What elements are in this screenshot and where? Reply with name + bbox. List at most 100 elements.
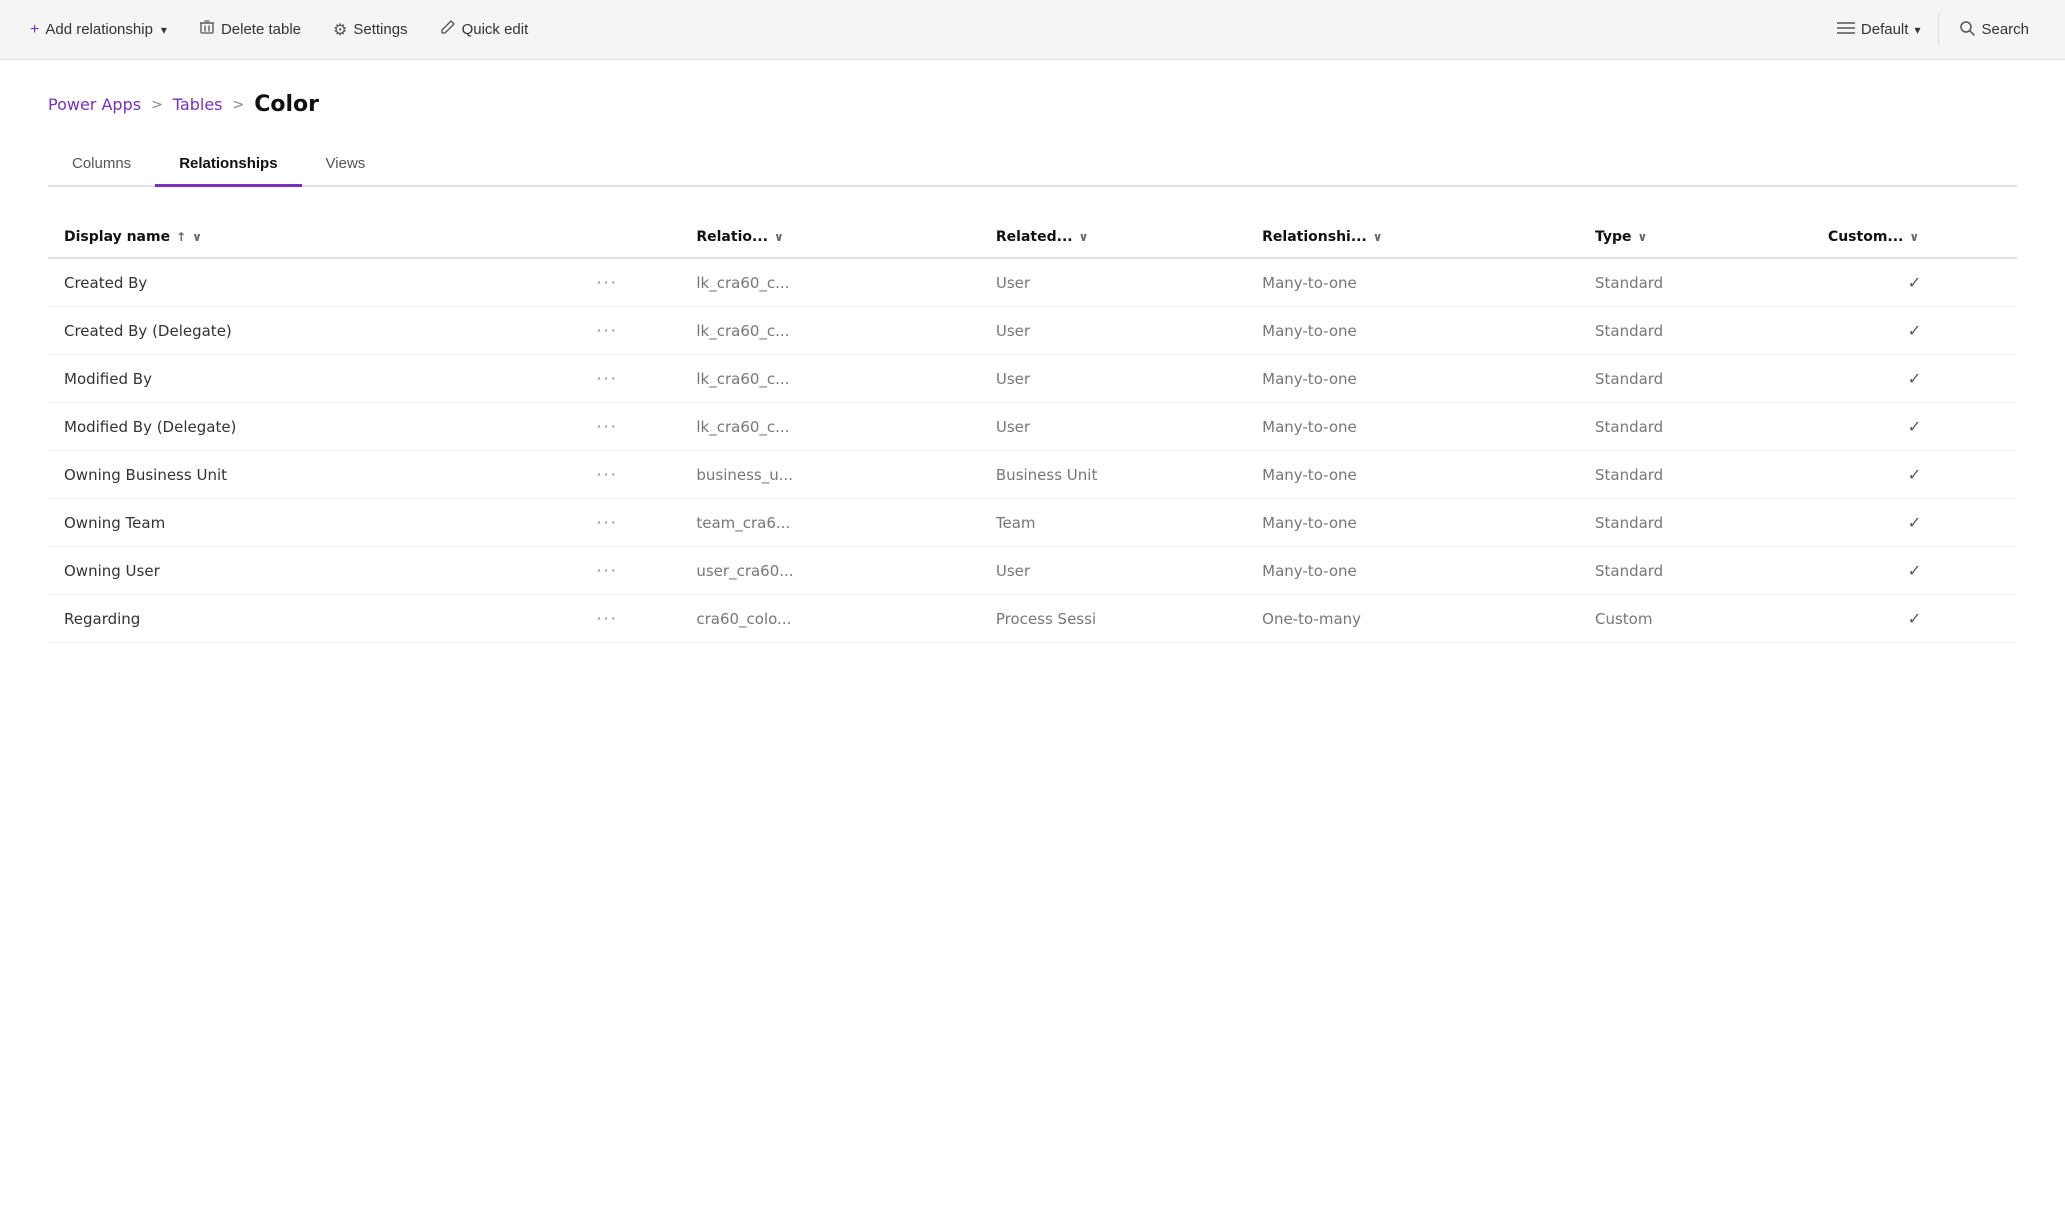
toolbar: + Add relationship ▾ Delete table ⚙ Sett… <box>0 0 2065 60</box>
default-button[interactable]: Default ▾ <box>1823 13 1935 47</box>
col-relationship[interactable]: Relationshi... ∨ <box>1246 219 1579 258</box>
tab-relationships[interactable]: Relationships <box>155 145 301 187</box>
cell-relationship: Many-to-one <box>1246 307 1579 355</box>
cell-type: Standard <box>1579 403 1812 451</box>
cell-custom-check: ✓ <box>1812 451 2017 499</box>
breadcrumb-powerapps[interactable]: Power Apps <box>48 95 141 114</box>
cell-type: Standard <box>1579 547 1812 595</box>
cell-custom-check: ✓ <box>1812 403 2017 451</box>
cell-custom-check: ✓ <box>1812 595 2017 643</box>
filter-relationship-icon: ∨ <box>1373 230 1383 244</box>
col-display-name[interactable]: Display name ↑ ∨ <box>48 219 581 258</box>
table-row: Created By ··· lk_cra60_c... User Many-t… <box>48 258 2017 307</box>
menu-icon <box>1837 21 1855 39</box>
cell-type: Custom <box>1579 595 1812 643</box>
cell-row-menu[interactable]: ··· <box>581 355 681 403</box>
cell-relation: business_u... <box>680 451 980 499</box>
add-relationship-button[interactable]: + Add relationship ▾ <box>16 13 181 47</box>
cell-related: User <box>980 403 1246 451</box>
col-type[interactable]: Type ∨ <box>1579 219 1812 258</box>
cell-related: Business Unit <box>980 451 1246 499</box>
cell-display-name: Modified By (Delegate) <box>48 403 581 451</box>
toolbar-right: Default ▾ Search <box>1823 12 2049 48</box>
filter-display-icon: ∨ <box>192 230 202 244</box>
cell-relationship: One-to-many <box>1246 595 1579 643</box>
cell-type: Standard <box>1579 451 1812 499</box>
cell-row-menu[interactable]: ··· <box>581 595 681 643</box>
edit-icon <box>440 19 456 40</box>
tab-columns[interactable]: Columns <box>48 145 155 187</box>
cell-relationship: Many-to-one <box>1246 547 1579 595</box>
cell-display-name: Created By <box>48 258 581 307</box>
breadcrumb-sep-2: > <box>233 97 245 113</box>
cell-display-name: Created By (Delegate) <box>48 307 581 355</box>
cell-relation: user_cra60... <box>680 547 980 595</box>
cell-custom-check: ✓ <box>1812 258 2017 307</box>
breadcrumb-current: Color <box>254 92 319 117</box>
table-header-row: Display name ↑ ∨ Relatio... ∨ <box>48 219 2017 258</box>
cell-relation: lk_cra60_c... <box>680 355 980 403</box>
cell-custom-check: ✓ <box>1812 547 2017 595</box>
cell-custom-check: ✓ <box>1812 307 2017 355</box>
cell-relationship: Many-to-one <box>1246 258 1579 307</box>
table-row: Regarding ··· cra60_colo... Process Sess… <box>48 595 2017 643</box>
delete-table-button[interactable]: Delete table <box>185 11 315 48</box>
sort-asc-icon: ↑ <box>176 230 186 244</box>
plus-icon: + <box>30 21 39 39</box>
breadcrumb: Power Apps > Tables > Color <box>48 92 2017 117</box>
cell-row-menu[interactable]: ··· <box>581 499 681 547</box>
cell-relationship: Many-to-one <box>1246 451 1579 499</box>
breadcrumb-tables[interactable]: Tables <box>173 95 223 114</box>
col-relation[interactable]: Relatio... ∨ <box>680 219 980 258</box>
cell-related: User <box>980 307 1246 355</box>
cell-related: Process Sessi <box>980 595 1246 643</box>
cell-type: Standard <box>1579 258 1812 307</box>
cell-relationship: Many-to-one <box>1246 403 1579 451</box>
cell-type: Standard <box>1579 499 1812 547</box>
cell-display-name: Owning Team <box>48 499 581 547</box>
tabs: Columns Relationships Views <box>48 145 2017 187</box>
tab-views[interactable]: Views <box>302 145 390 187</box>
table-row: Created By (Delegate) ··· lk_cra60_c... … <box>48 307 2017 355</box>
cell-row-menu[interactable]: ··· <box>581 547 681 595</box>
cell-related: User <box>980 258 1246 307</box>
quick-edit-button[interactable]: Quick edit <box>426 11 543 48</box>
cell-relation: team_cra6... <box>680 499 980 547</box>
breadcrumb-sep-1: > <box>151 97 163 113</box>
cell-relation: cra60_colo... <box>680 595 980 643</box>
table-row: Modified By ··· lk_cra60_c... User Many-… <box>48 355 2017 403</box>
cell-relationship: Many-to-one <box>1246 355 1579 403</box>
col-ellipsis-header <box>581 219 681 258</box>
settings-button[interactable]: ⚙ Settings <box>319 12 422 48</box>
table-row: Owning Business Unit ··· business_u... B… <box>48 451 2017 499</box>
cell-row-menu[interactable]: ··· <box>581 307 681 355</box>
cell-relation: lk_cra60_c... <box>680 307 980 355</box>
cell-relationship: Many-to-one <box>1246 499 1579 547</box>
cell-related: User <box>980 547 1246 595</box>
search-button[interactable]: Search <box>1938 12 2049 48</box>
table-row: Owning Team ··· team_cra6... Team Many-t… <box>48 499 2017 547</box>
cell-row-menu[interactable]: ··· <box>581 451 681 499</box>
cell-display-name: Regarding <box>48 595 581 643</box>
col-custom[interactable]: Custom... ∨ <box>1812 219 2017 258</box>
table-row: Modified By (Delegate) ··· lk_cra60_c...… <box>48 403 2017 451</box>
relationships-table: Display name ↑ ∨ Relatio... ∨ <box>48 219 2017 643</box>
search-icon <box>1959 20 1975 40</box>
cell-related: Team <box>980 499 1246 547</box>
settings-icon: ⚙ <box>333 20 347 40</box>
table-row: Owning User ··· user_cra60... User Many-… <box>48 547 2017 595</box>
cell-related: User <box>980 355 1246 403</box>
cell-relation: lk_cra60_c... <box>680 258 980 307</box>
filter-custom-icon: ∨ <box>1909 230 1919 244</box>
cell-row-menu[interactable]: ··· <box>581 258 681 307</box>
cell-row-menu[interactable]: ··· <box>581 403 681 451</box>
add-dropdown-icon: ▾ <box>161 23 167 37</box>
content-area: Power Apps > Tables > Color Columns Rela… <box>0 60 2065 675</box>
cell-display-name: Owning Business Unit <box>48 451 581 499</box>
filter-related-icon: ∨ <box>1079 230 1089 244</box>
cell-custom-check: ✓ <box>1812 499 2017 547</box>
cell-relation: lk_cra60_c... <box>680 403 980 451</box>
delete-icon <box>199 19 215 40</box>
filter-relation-icon: ∨ <box>774 230 784 244</box>
col-related[interactable]: Related... ∨ <box>980 219 1246 258</box>
